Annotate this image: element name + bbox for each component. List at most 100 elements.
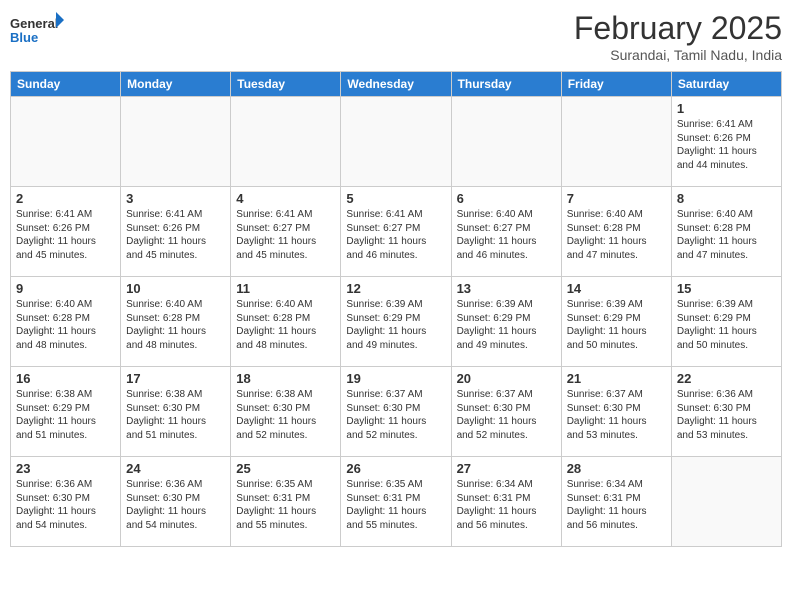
- col-friday: Friday: [561, 72, 671, 97]
- day-number: 1: [677, 101, 776, 116]
- calendar-cell: 20 Sunrise: 6:37 AMSunset: 6:30 PMDayligh…: [451, 367, 561, 457]
- day-info: Sunrise: 6:40 AMSunset: 6:28 PMDaylight:…: [236, 298, 335, 352]
- day-number: 21: [567, 371, 666, 386]
- day-info: Sunrise: 6:38 AMSunset: 6:29 PMDaylight:…: [16, 388, 115, 442]
- calendar-cell: 9 Sunrise: 6:40 AMSunset: 6:28 PMDaylight…: [11, 277, 121, 367]
- calendar-cell: [451, 97, 561, 187]
- day-info: Sunrise: 6:35 AMSunset: 6:31 PMDaylight:…: [236, 478, 335, 532]
- day-info: Sunrise: 6:37 AMSunset: 6:30 PMDaylight:…: [346, 388, 445, 442]
- day-info: Sunrise: 6:41 AMSunset: 6:26 PMDaylight:…: [677, 118, 776, 172]
- col-tuesday: Tuesday: [231, 72, 341, 97]
- calendar-cell: 19 Sunrise: 6:37 AMSunset: 6:30 PMDayligh…: [341, 367, 451, 457]
- day-number: 9: [16, 281, 115, 296]
- calendar-cell: [231, 97, 341, 187]
- svg-text:Blue: Blue: [10, 30, 38, 45]
- calendar-cell: 16Sunrise: 6:38 AMSunset: 6:29 PMDayligh…: [11, 367, 121, 457]
- col-sunday: Sunday: [11, 72, 121, 97]
- calendar-table: Sunday Monday Tuesday Wednesday Thursday…: [10, 71, 782, 547]
- calendar-header-row: Sunday Monday Tuesday Wednesday Thursday…: [11, 72, 782, 97]
- calendar-cell: 28Sunrise: 6:34 AMSunset: 6:31 PMDayligh…: [561, 457, 671, 547]
- col-monday: Monday: [121, 72, 231, 97]
- day-number: 5: [346, 191, 445, 206]
- calendar-cell: 24 Sunrise: 6:36 AMSunset: 6:30 PMDayligh…: [121, 457, 231, 547]
- day-number: 20: [457, 371, 556, 386]
- day-info: Sunrise: 6:39 AMSunset: 6:29 PMDaylight:…: [677, 298, 776, 352]
- calendar-cell: 15 Sunrise: 6:39 AMSunset: 6:29 PMDayligh…: [671, 277, 781, 367]
- svg-text:General: General: [10, 16, 58, 31]
- day-number: 15: [677, 281, 776, 296]
- day-number: 2: [16, 191, 115, 206]
- calendar-cell: 11 Sunrise: 6:40 AMSunset: 6:28 PMDayligh…: [231, 277, 341, 367]
- day-number: 19: [346, 371, 445, 386]
- calendar-cell: 27 Sunrise: 6:34 AMSunset: 6:31 PMDayligh…: [451, 457, 561, 547]
- calendar-cell: 26 Sunrise: 6:35 AMSunset: 6:31 PMDayligh…: [341, 457, 451, 547]
- header: General Blue February 2025 Surandai, Tam…: [10, 10, 782, 63]
- day-number: 4: [236, 191, 335, 206]
- calendar-week-row: 1 Sunrise: 6:41 AMSunset: 6:26 PMDaylight…: [11, 97, 782, 187]
- col-wednesday: Wednesday: [341, 72, 451, 97]
- day-number: 7: [567, 191, 666, 206]
- day-info: Sunrise: 6:40 AMSunset: 6:28 PMDaylight:…: [126, 298, 225, 352]
- day-number: 25: [236, 461, 335, 476]
- day-number: 26: [346, 461, 445, 476]
- day-number: 22: [677, 371, 776, 386]
- day-number: 12: [346, 281, 445, 296]
- calendar-cell: 13Sunrise: 6:39 AMSunset: 6:29 PMDayligh…: [451, 277, 561, 367]
- col-thursday: Thursday: [451, 72, 561, 97]
- day-info: Sunrise: 6:34 AMSunset: 6:31 PMDaylight:…: [457, 478, 556, 532]
- col-saturday: Saturday: [671, 72, 781, 97]
- calendar-cell: [11, 97, 121, 187]
- day-number: 11: [236, 281, 335, 296]
- calendar-cell: 10 Sunrise: 6:40 AMSunset: 6:28 PMDayligh…: [121, 277, 231, 367]
- day-number: 24: [126, 461, 225, 476]
- calendar-cell: 22 Sunrise: 6:36 AMSunset: 6:30 PMDayligh…: [671, 367, 781, 457]
- subtitle: Surandai, Tamil Nadu, India: [574, 47, 782, 63]
- day-info: Sunrise: 6:39 AMSunset: 6:29 PMDaylight:…: [346, 298, 445, 352]
- calendar-cell: 17Sunrise: 6:38 AMSunset: 6:30 PMDayligh…: [121, 367, 231, 457]
- calendar-cell: 3 Sunrise: 6:41 AMSunset: 6:26 PMDaylight…: [121, 187, 231, 277]
- calendar-cell: 21 Sunrise: 6:37 AMSunset: 6:30 PMDayligh…: [561, 367, 671, 457]
- calendar-cell: [561, 97, 671, 187]
- day-info: Sunrise: 6:36 AMSunset: 6:30 PMDaylight:…: [126, 478, 225, 532]
- calendar-week-row: 2 Sunrise: 6:41 AMSunset: 6:26 PMDaylight…: [11, 187, 782, 277]
- calendar-week-row: 9 Sunrise: 6:40 AMSunset: 6:28 PMDaylight…: [11, 277, 782, 367]
- calendar-cell: 1 Sunrise: 6:41 AMSunset: 6:26 PMDaylight…: [671, 97, 781, 187]
- day-info: Sunrise: 6:41 AMSunset: 6:26 PMDaylight:…: [126, 208, 225, 262]
- day-info: Sunrise: 6:41 AMSunset: 6:27 PMDaylight:…: [236, 208, 335, 262]
- logo: General Blue: [10, 10, 64, 54]
- title-block: February 2025 Surandai, Tamil Nadu, Indi…: [574, 10, 782, 63]
- day-info: Sunrise: 6:37 AMSunset: 6:30 PMDaylight:…: [457, 388, 556, 442]
- calendar-cell: 7Sunrise: 6:40 AMSunset: 6:28 PMDaylight…: [561, 187, 671, 277]
- day-info: Sunrise: 6:41 AMSunset: 6:27 PMDaylight:…: [346, 208, 445, 262]
- day-number: 18: [236, 371, 335, 386]
- day-info: Sunrise: 6:40 AMSunset: 6:28 PMDaylight:…: [677, 208, 776, 262]
- day-number: 8: [677, 191, 776, 206]
- calendar-cell: [341, 97, 451, 187]
- calendar-cell: 5 Sunrise: 6:41 AMSunset: 6:27 PMDaylight…: [341, 187, 451, 277]
- calendar-week-row: 23 Sunrise: 6:36 AMSunset: 6:30 PMDayligh…: [11, 457, 782, 547]
- day-number: 10: [126, 281, 225, 296]
- day-number: 3: [126, 191, 225, 206]
- calendar-cell: 14Sunrise: 6:39 AMSunset: 6:29 PMDayligh…: [561, 277, 671, 367]
- day-info: Sunrise: 6:39 AMSunset: 6:29 PMDaylight:…: [567, 298, 666, 352]
- day-info: Sunrise: 6:36 AMSunset: 6:30 PMDaylight:…: [677, 388, 776, 442]
- day-info: Sunrise: 6:35 AMSunset: 6:31 PMDaylight:…: [346, 478, 445, 532]
- calendar-cell: [671, 457, 781, 547]
- day-info: Sunrise: 6:38 AMSunset: 6:30 PMDaylight:…: [236, 388, 335, 442]
- calendar-cell: 8 Sunrise: 6:40 AMSunset: 6:28 PMDaylight…: [671, 187, 781, 277]
- day-number: 17: [126, 371, 225, 386]
- logo-icon: General Blue: [10, 10, 64, 54]
- day-info: Sunrise: 6:36 AMSunset: 6:30 PMDaylight:…: [16, 478, 115, 532]
- calendar-cell: 2 Sunrise: 6:41 AMSunset: 6:26 PMDaylight…: [11, 187, 121, 277]
- day-info: Sunrise: 6:41 AMSunset: 6:26 PMDaylight:…: [16, 208, 115, 262]
- calendar-cell: 18 Sunrise: 6:38 AMSunset: 6:30 PMDayligh…: [231, 367, 341, 457]
- page: General Blue February 2025 Surandai, Tam…: [0, 0, 792, 612]
- day-number: 27: [457, 461, 556, 476]
- main-title: February 2025: [574, 10, 782, 47]
- day-info: Sunrise: 6:40 AMSunset: 6:28 PMDaylight:…: [16, 298, 115, 352]
- calendar-cell: 25 Sunrise: 6:35 AMSunset: 6:31 PMDayligh…: [231, 457, 341, 547]
- calendar-cell: 6Sunrise: 6:40 AMSunset: 6:27 PMDaylight…: [451, 187, 561, 277]
- calendar-cell: 12 Sunrise: 6:39 AMSunset: 6:29 PMDayligh…: [341, 277, 451, 367]
- day-number: 23: [16, 461, 115, 476]
- day-info: Sunrise: 6:37 AMSunset: 6:30 PMDaylight:…: [567, 388, 666, 442]
